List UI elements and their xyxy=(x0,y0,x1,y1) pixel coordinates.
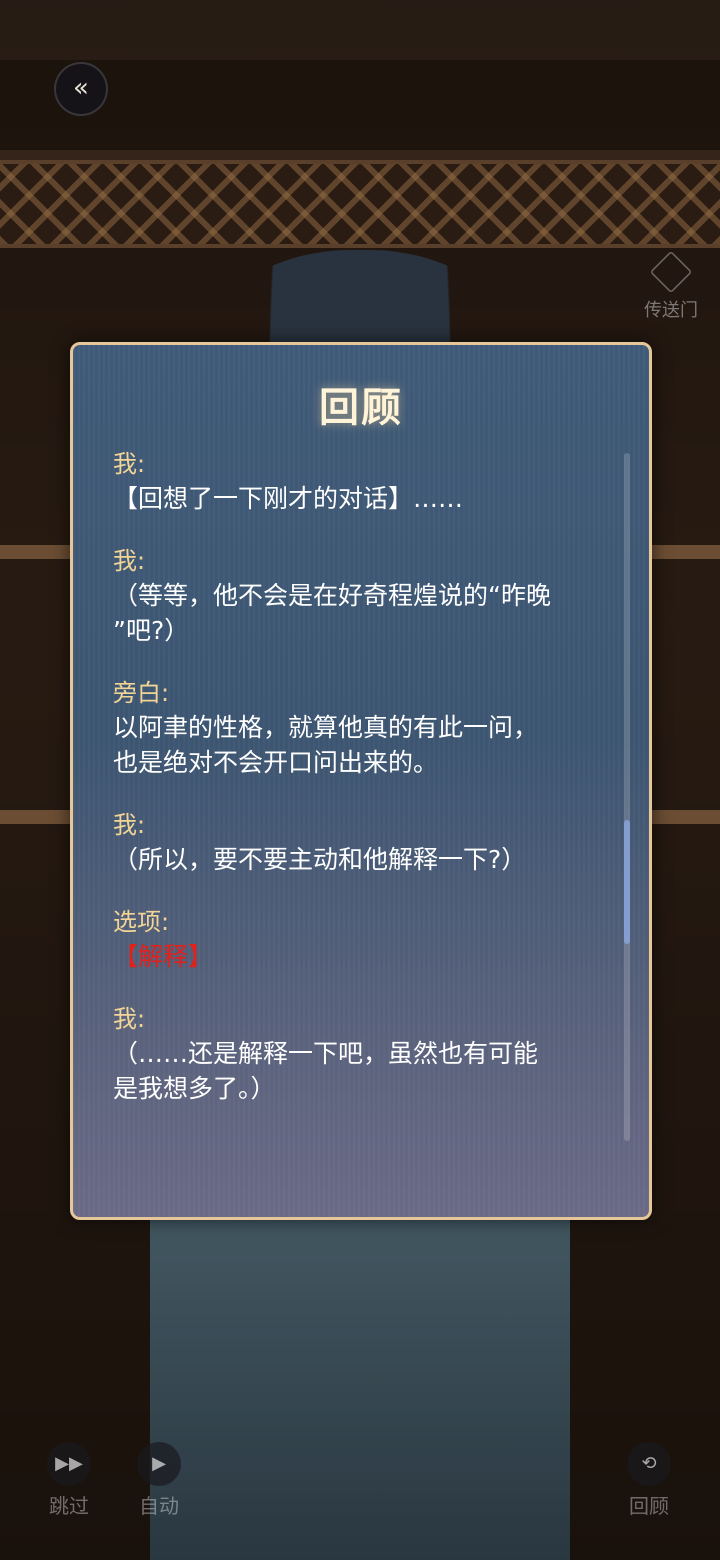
speaker-name: 我: xyxy=(113,1005,146,1033)
speaker-name: 我: xyxy=(113,547,146,575)
speaker-name: 我: xyxy=(113,450,146,478)
review-title: 回顾 xyxy=(319,384,403,431)
dialogue-text: 【回想了一下刚才的对话】…… xyxy=(113,484,464,513)
speaker-name: 我: xyxy=(113,811,146,839)
dialogue-text: （等等，他不会是在好奇程煌说的“昨晚 ”吧?） xyxy=(113,581,551,645)
log-entry: 选项: 【解释】 xyxy=(113,905,603,974)
teleport-button[interactable]: 传送门 xyxy=(636,250,706,324)
log-entry: 我: 【回想了一下刚才的对话】…… xyxy=(113,447,603,516)
history-icon: ⟲ xyxy=(627,1442,671,1486)
teleport-icon xyxy=(649,250,693,294)
back-arrow-icon: « xyxy=(73,73,89,103)
skip-button[interactable]: ▶▶ 跳过 xyxy=(34,1442,104,1519)
scrollbar-track[interactable] xyxy=(624,453,630,1141)
auto-button[interactable]: ▶ 自动 xyxy=(124,1442,194,1519)
scrollbar-thumb[interactable] xyxy=(624,820,630,944)
selected-choice: 【解释】 xyxy=(113,942,214,971)
log-entry: 旁白: 以阿聿的性格，就算他真的有此一问， 也是绝对不会开口问出来的。 xyxy=(113,676,603,780)
fast-forward-icon: ▶▶ xyxy=(47,1442,91,1486)
log-entry: 我: （等等，他不会是在好奇程煌说的“昨晚 ”吧?） xyxy=(113,544,603,648)
teleport-label: 传送门 xyxy=(644,300,698,321)
shelf-right xyxy=(650,545,720,559)
shelf-right-lower xyxy=(650,810,720,824)
shelf-left-lower xyxy=(0,810,80,824)
dialogue-log[interactable]: 我: 【回想了一下刚才的对话】…… 我: （等等，他不会是在好奇程煌说的“昨晚 … xyxy=(113,447,603,1134)
shelf-left xyxy=(0,545,80,559)
skip-label: 跳过 xyxy=(49,1494,89,1518)
review-label: 回顾 xyxy=(629,1494,669,1518)
auto-label: 自动 xyxy=(139,1494,179,1518)
review-panel: 回顾 我: 【回想了一下刚才的对话】…… 我: （等等，他不会是在好奇程煌说的“… xyxy=(70,342,652,1220)
speaker-name: 旁白: xyxy=(113,679,170,707)
dialogue-text: （所以，要不要主动和他解释一下?） xyxy=(113,845,527,874)
play-icon: ▶ xyxy=(137,1442,181,1486)
log-entry: 我: （……还是解释一下吧，虽然也有可能 是我想多了。） xyxy=(113,1002,603,1106)
dialogue-text: （……还是解释一下吧，虽然也有可能 是我想多了。） xyxy=(113,1039,539,1103)
speaker-name: 选项: xyxy=(113,908,170,936)
back-button[interactable]: « xyxy=(54,62,108,116)
carved-lattice-decoration xyxy=(0,160,720,248)
log-entry: 我: （所以，要不要主动和他解释一下?） xyxy=(113,808,603,877)
dialogue-text: 以阿聿的性格，就算他真的有此一问， 也是绝对不会开口问出来的。 xyxy=(113,713,539,777)
review-button[interactable]: ⟲ 回顾 xyxy=(614,1442,684,1519)
